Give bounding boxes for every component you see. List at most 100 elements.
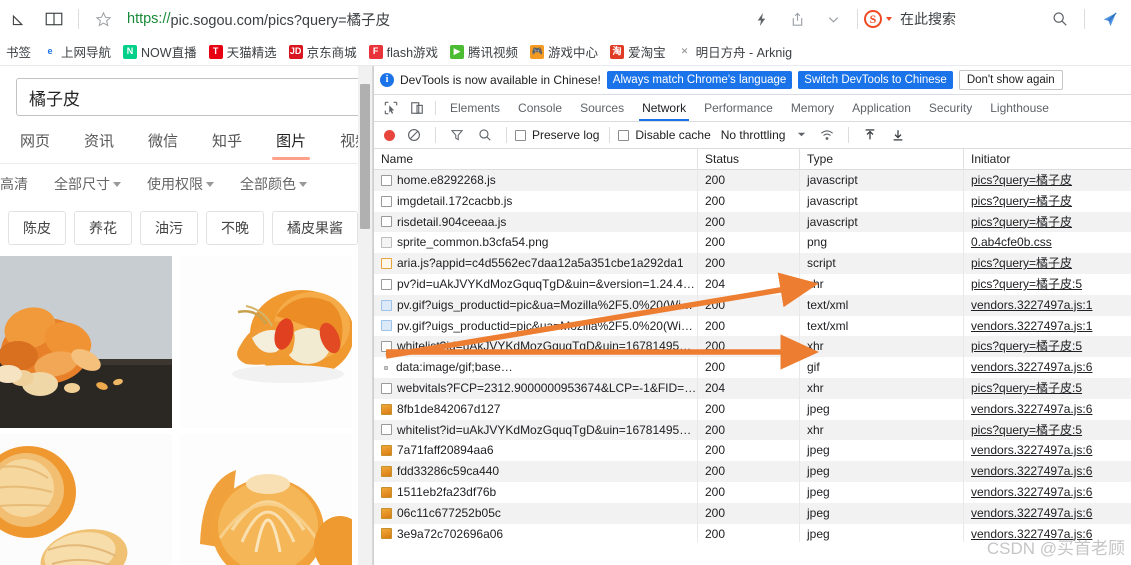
- request-initiator-link[interactable]: 0.ab4cfe0b.css: [971, 235, 1052, 249]
- request-initiator-link[interactable]: pics?query=橘子皮:5: [971, 277, 1082, 291]
- filter-icon[interactable]: [444, 128, 470, 142]
- related-chip-2[interactable]: 油污: [140, 211, 198, 245]
- page-tab-4[interactable]: 图片: [270, 126, 312, 160]
- preserve-log-checkbox[interactable]: [515, 129, 526, 141]
- column-header-status[interactable]: Status: [698, 148, 800, 170]
- reading-list-icon[interactable]: [40, 5, 68, 33]
- page-tab-2[interactable]: 微信: [142, 126, 184, 160]
- search-input[interactable]: 橘子皮: [16, 78, 372, 116]
- bookmark-item[interactable]: 淘爱淘宝: [604, 40, 672, 64]
- network-request-row[interactable]: webvitals?FCP=2312.9000000953674&LCP=-1&…: [374, 377, 1131, 399]
- device-toolbar-icon[interactable]: [404, 95, 430, 121]
- network-request-row[interactable]: imgdetail.172cacbb.js 200 javascript pics?q…: [374, 190, 1131, 212]
- thumbnail-orange-peels-on-dark-table[interactable]: [0, 256, 172, 428]
- filter-3[interactable]: 全部颜色: [240, 174, 307, 194]
- network-request-row[interactable]: 06c11c677252b05c 200 jpeg vendors.3227497a.…: [374, 502, 1131, 524]
- request-initiator-link[interactable]: vendors.3227497a.js:6: [971, 402, 1092, 416]
- dont-show-again-button[interactable]: Don't show again: [958, 70, 1063, 90]
- network-request-row[interactable]: aria.js?appid=c4d5562ec7daa12a5a351cbe1a…: [374, 253, 1131, 274]
- network-request-row[interactable]: pv.gif?uigs_productid=pic&ua=Mozilla%2F5…: [374, 315, 1131, 337]
- preserve-log-label[interactable]: Preserve log: [532, 128, 599, 142]
- request-initiator-link[interactable]: vendors.3227497a.js:6: [971, 485, 1092, 499]
- bookmark-item[interactable]: ▶ 腾讯视频: [444, 40, 524, 64]
- related-chip-4[interactable]: 橘皮果酱: [272, 211, 358, 245]
- devtools-tab-sources[interactable]: Sources: [571, 95, 633, 121]
- request-initiator-link[interactable]: pics?query=橘子皮:5: [971, 423, 1082, 437]
- filter-1[interactable]: 全部尺寸: [54, 174, 121, 194]
- page-scrollbar-thumb[interactable]: [360, 84, 370, 229]
- bookmark-item[interactable]: e 上网导航: [37, 40, 117, 64]
- related-chip-1[interactable]: 养花: [74, 211, 132, 245]
- extension-icon[interactable]: [1095, 5, 1123, 33]
- devtools-tab-console[interactable]: Console: [509, 95, 571, 121]
- bookmark-item[interactable]: T 天猫精选: [203, 40, 283, 64]
- inspect-element-icon[interactable]: [378, 95, 404, 121]
- chevron-down-icon[interactable]: [797, 128, 806, 142]
- filter-2[interactable]: 使用权限: [147, 174, 214, 194]
- devtools-tab-application[interactable]: Application: [843, 95, 920, 121]
- filter-0[interactable]: 高清: [0, 174, 28, 194]
- network-request-row[interactable]: 7a71faff20894aa6 200 jpeg vendors.3227497a.…: [374, 440, 1131, 462]
- address-bar[interactable]: https://pic.sogou.com/pics?query=橘子皮: [121, 5, 743, 33]
- request-initiator-link[interactable]: vendors.3227497a.js:6: [971, 464, 1092, 478]
- page-scrollbar[interactable]: [358, 66, 372, 565]
- page-tab-3[interactable]: 知乎: [206, 126, 248, 160]
- bookmark-item[interactable]: ✕ 明日方舟 - Arknig: [672, 40, 799, 64]
- thumbnail-peeled-tangerine-on-white[interactable]: [180, 434, 352, 565]
- network-request-row[interactable]: 1511eb2fa23df76b 200 jpeg vendors.3227497a.…: [374, 481, 1131, 503]
- thumbnail-peeled-orange-on-white[interactable]: [180, 256, 352, 428]
- column-header-initiator[interactable]: Initiator: [964, 149, 1130, 170]
- import-har-icon[interactable]: [857, 128, 883, 142]
- column-header-type[interactable]: Type: [800, 148, 964, 170]
- bookmark-item[interactable]: 🎮 游戏中心: [524, 40, 604, 64]
- record-button[interactable]: [384, 129, 395, 141]
- devtools-tab-network[interactable]: Network: [633, 95, 695, 121]
- devtools-tab-security[interactable]: Security: [920, 95, 981, 121]
- network-request-row[interactable]: home.e8292268.js 200 javascript pics?query=…: [374, 170, 1131, 191]
- clear-icon[interactable]: [401, 128, 427, 142]
- request-initiator-link[interactable]: vendors.3227497a.js:6: [971, 443, 1092, 457]
- request-initiator-link[interactable]: pics?query=橘子皮: [971, 194, 1072, 208]
- back-icon[interactable]: [4, 5, 32, 33]
- related-chip-0[interactable]: 陈皮: [8, 211, 66, 245]
- network-request-row[interactable]: whitelist?id=uAkJVYKdMozGquqTgD&uin=1678…: [374, 419, 1131, 441]
- bookmark-item[interactable]: N NOW直播: [117, 40, 203, 64]
- disable-cache-checkbox[interactable]: [618, 129, 630, 141]
- bookmark-item[interactable]: Fflash游戏: [363, 40, 444, 64]
- network-conditions-icon[interactable]: [814, 128, 840, 142]
- star-icon[interactable]: [89, 5, 117, 33]
- request-initiator-link[interactable]: vendors.3227497a.js:6: [971, 360, 1092, 374]
- flash-icon[interactable]: [747, 5, 775, 33]
- page-tab-0[interactable]: 网页: [14, 126, 56, 160]
- switch-to-chinese-button[interactable]: Switch DevTools to Chinese: [798, 71, 953, 89]
- export-har-icon[interactable]: [885, 128, 911, 142]
- request-initiator-link[interactable]: pics?query=橘子皮:5: [971, 381, 1082, 395]
- sogou-search-label[interactable]: 在此搜索: [900, 9, 956, 29]
- request-initiator-link[interactable]: pics?query=橘子皮: [971, 173, 1072, 187]
- sogou-logo-icon[interactable]: S: [864, 10, 882, 28]
- network-request-row[interactable]: pv?id=uAkJVYKdMozGquqTgD&uin=&version=1.…: [374, 273, 1131, 295]
- thumbnail-halved-orange-on-white[interactable]: [0, 434, 172, 565]
- column-header-name[interactable]: Name: [374, 148, 698, 170]
- devtools-tab-performance[interactable]: Performance: [695, 95, 782, 121]
- request-initiator-link[interactable]: vendors.3227497a.js:6: [971, 506, 1092, 520]
- devtools-tab-memory[interactable]: Memory: [782, 95, 843, 121]
- chevron-down-icon[interactable]: [819, 5, 847, 33]
- network-request-row[interactable]: pv.gif?uigs_productid=pic&ua=Mozilla%2F5…: [374, 294, 1131, 316]
- request-initiator-link[interactable]: pics?query=橘子皮: [971, 256, 1072, 270]
- network-request-row[interactable]: data:image/gif;base… 200 gif vendors.322749…: [374, 357, 1131, 378]
- network-request-row[interactable]: sprite_common.b3cfa54.png 200 png 0.ab4cfe0…: [374, 232, 1131, 254]
- disable-cache-label[interactable]: Disable cache: [635, 128, 710, 142]
- page-tab-1[interactable]: 资讯: [78, 126, 120, 160]
- search-icon[interactable]: [472, 128, 498, 142]
- network-request-row[interactable]: whitelist?id=uAkJVYKdMozGquqTgD&uin=1678…: [374, 336, 1131, 358]
- network-request-row[interactable]: 8fb1de842067d127 200 jpeg vendors.3227497a.…: [374, 398, 1131, 420]
- request-initiator-link[interactable]: pics?query=橘子皮:5: [971, 339, 1082, 353]
- search-icon[interactable]: [1046, 5, 1074, 33]
- devtools-tab-elements[interactable]: Elements: [441, 95, 509, 121]
- request-initiator-link[interactable]: pics?query=橘子皮: [971, 215, 1072, 229]
- request-initiator-link[interactable]: vendors.3227497a.js:1: [971, 319, 1092, 333]
- bookmark-item[interactable]: JD 京东商城: [283, 40, 363, 64]
- network-request-row[interactable]: risdetail.904ceeaa.js 200 javascript pics?q…: [374, 211, 1131, 233]
- related-chip-3[interactable]: 不晚: [206, 211, 264, 245]
